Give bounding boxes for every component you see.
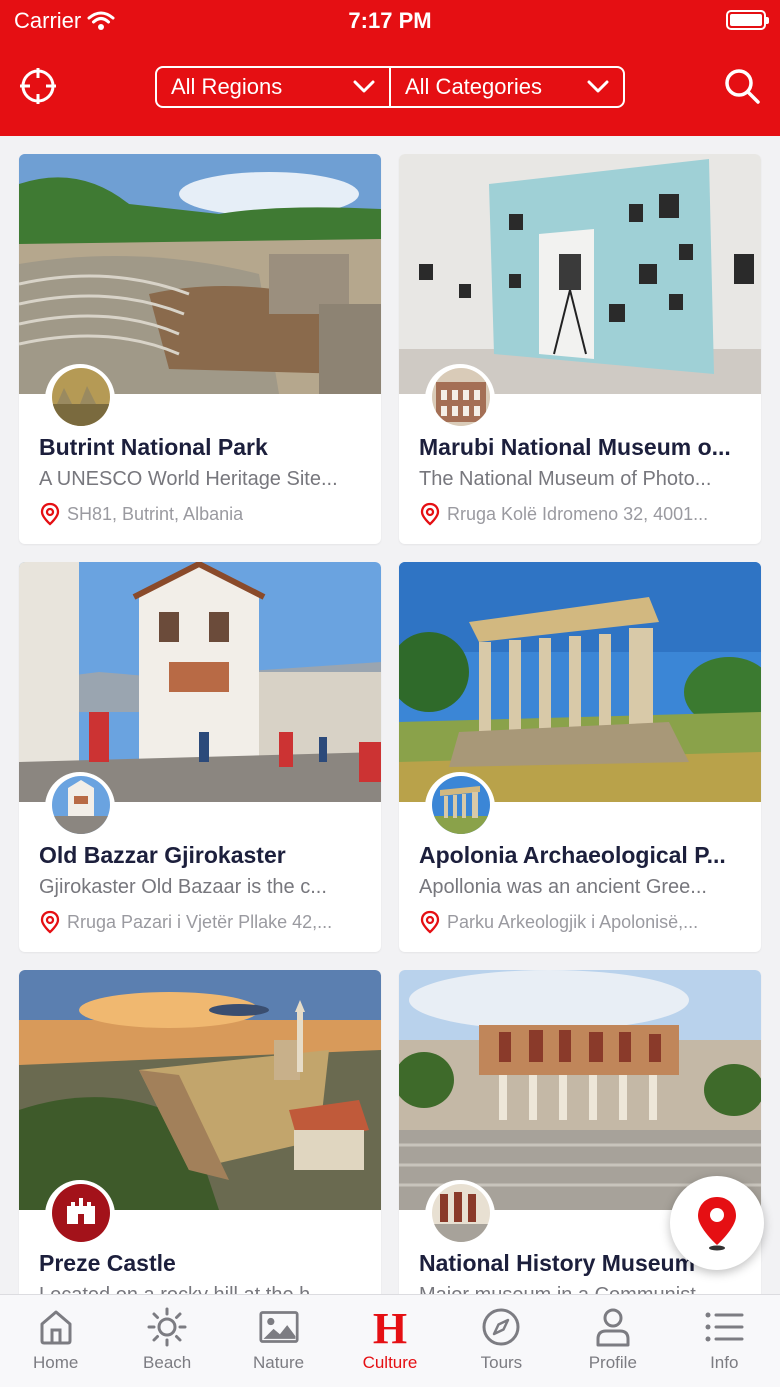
place-address: Parku Arkeologjik i Apolonisë,... bbox=[419, 910, 745, 934]
place-name: Butrint National Park bbox=[39, 434, 268, 460]
place-description: Apollonia was an ancient Gree... bbox=[419, 876, 707, 898]
sun-icon bbox=[147, 1307, 187, 1347]
place-address: SH81, Butrint, Albania bbox=[39, 502, 365, 526]
tab-beach[interactable]: Beach bbox=[111, 1295, 222, 1387]
search-icon bbox=[725, 69, 760, 104]
clock: 7:17 PM bbox=[348, 8, 432, 33]
search-button[interactable] bbox=[722, 66, 762, 106]
place-name: Preze Castle bbox=[39, 1250, 176, 1276]
place-avatar bbox=[52, 776, 110, 834]
compass-icon bbox=[482, 1308, 520, 1346]
place-card[interactable]: Marubi National Museum o... The National… bbox=[399, 154, 761, 544]
battery-icon bbox=[726, 10, 769, 30]
place-description: Major museum in a Communist... bbox=[419, 1284, 745, 1294]
culture-h-icon: H bbox=[373, 1307, 407, 1347]
places-grid: Butrint National Park A UNESCO World Her… bbox=[0, 136, 780, 1294]
place-avatar bbox=[52, 368, 110, 426]
tab-label: Tours bbox=[480, 1353, 523, 1372]
place-photo bbox=[19, 154, 381, 394]
place-avatar bbox=[432, 368, 490, 426]
region-filter-dropdown[interactable]: All Regions bbox=[157, 68, 389, 106]
place-avatar bbox=[432, 1184, 490, 1242]
bottom-tab-bar: Home Beach Nature H Culture Tours Profil… bbox=[0, 1294, 780, 1387]
person-icon bbox=[596, 1308, 630, 1347]
place-photo bbox=[399, 154, 761, 394]
place-photo bbox=[19, 970, 381, 1210]
tab-label: Beach bbox=[143, 1353, 192, 1372]
svg-text:H: H bbox=[373, 1307, 407, 1347]
place-card[interactable]: Apolonia Archaeological P... Apollonia w… bbox=[399, 562, 761, 952]
home-icon bbox=[40, 1310, 72, 1345]
tab-label: Home bbox=[33, 1353, 79, 1372]
tab-label: Culture bbox=[362, 1353, 418, 1372]
filter-toolbar: All Regions All Categories bbox=[0, 58, 780, 116]
location-pin-icon bbox=[420, 910, 440, 934]
tab-tours[interactable]: Tours bbox=[446, 1295, 557, 1387]
category-filter-dropdown[interactable]: All Categories bbox=[389, 68, 623, 106]
crosshair-icon bbox=[20, 68, 56, 104]
place-description: Located on a rocky hill at the h... bbox=[39, 1284, 365, 1294]
list-icon bbox=[705, 1312, 744, 1342]
tab-home[interactable]: Home bbox=[0, 1295, 111, 1387]
category-filter-label: All Categories bbox=[405, 74, 542, 99]
place-photo bbox=[19, 562, 381, 802]
castle-avatar bbox=[52, 1184, 110, 1242]
place-address: Rruga Kolë Idromeno 32, 4001... bbox=[419, 502, 745, 526]
region-filter-label: All Regions bbox=[171, 74, 283, 99]
location-pin-icon bbox=[420, 502, 440, 526]
place-address: Rruga Pazari i Vjetër Pllake 42,... bbox=[39, 910, 365, 934]
place-name: Marubi National Museum o... bbox=[419, 434, 731, 460]
place-card[interactable]: Butrint National Park A UNESCO World Her… bbox=[19, 154, 381, 544]
location-pin-icon bbox=[40, 502, 60, 526]
tab-label: Nature bbox=[253, 1353, 305, 1372]
tab-label: Info bbox=[710, 1353, 739, 1372]
app-header: Carrier 7:17 PM All Regions All Categori… bbox=[0, 0, 780, 136]
tab-label: Profile bbox=[588, 1353, 637, 1372]
place-card[interactable]: Old Bazzar Gjirokaster Gjirokaster Old B… bbox=[19, 562, 381, 952]
locate-button[interactable] bbox=[18, 66, 58, 106]
place-photo bbox=[399, 562, 761, 802]
place-card[interactable]: Preze Castle Located on a rocky hill at … bbox=[19, 970, 381, 1294]
place-description: The National Museum of Photo... bbox=[419, 468, 712, 490]
tab-culture[interactable]: H Culture bbox=[334, 1295, 445, 1387]
tab-nature[interactable]: Nature bbox=[223, 1295, 334, 1387]
place-name: Old Bazzar Gjirokaster bbox=[39, 842, 286, 868]
status-bar: Carrier 7:17 PM bbox=[0, 0, 780, 40]
place-avatar bbox=[432, 776, 490, 834]
chevron-down-icon bbox=[587, 80, 609, 93]
image-icon bbox=[259, 1311, 299, 1343]
place-name: Apolonia Archaeological P... bbox=[419, 842, 726, 868]
place-description: Gjirokaster Old Bazaar is the c... bbox=[39, 876, 327, 898]
tab-profile[interactable]: Profile bbox=[557, 1295, 668, 1387]
filter-segment: All Regions All Categories bbox=[155, 66, 625, 108]
map-pin-icon bbox=[698, 1197, 736, 1251]
map-view-button[interactable] bbox=[670, 1176, 764, 1270]
tab-info[interactable]: Info bbox=[669, 1295, 780, 1387]
chevron-down-icon bbox=[353, 80, 375, 93]
place-photo bbox=[399, 970, 761, 1210]
location-pin-icon bbox=[40, 910, 60, 934]
place-description: A UNESCO World Heritage Site... bbox=[39, 468, 338, 490]
